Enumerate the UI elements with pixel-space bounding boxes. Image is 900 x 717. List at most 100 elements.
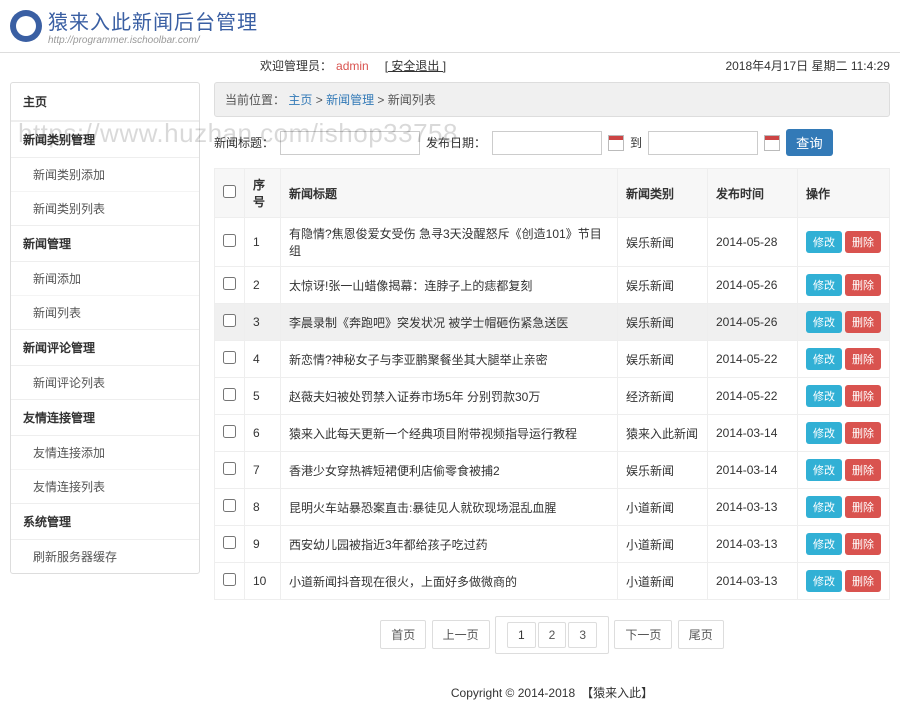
query-button[interactable]: 查询 — [786, 129, 833, 156]
th-idx: 序号 — [245, 169, 281, 218]
pager: 首页 上一页 123 下一页 尾页 — [214, 616, 890, 654]
table-row: 5赵薇夫妇被处罚禁入证券市场5年 分别罚款30万经济新闻2014-05-22修改… — [215, 378, 890, 415]
delete-button[interactable]: 删除 — [845, 459, 881, 481]
th-cat: 新闻类别 — [618, 169, 708, 218]
cell-title: 赵薇夫妇被处罚禁入证券市场5年 分别罚款30万 — [281, 378, 618, 415]
edit-button[interactable]: 修改 — [806, 231, 842, 253]
content: 当前位置： 主页 > 新闻管理 > 新闻列表 新闻标题： 发布日期： 到 查询 … — [214, 82, 890, 717]
sidebar-item[interactable]: 新闻类别列表 — [11, 191, 199, 225]
cell-cat: 娱乐新闻 — [618, 267, 708, 304]
row-check[interactable] — [223, 234, 236, 247]
pager-page[interactable]: 1 — [507, 622, 536, 648]
search-title-input[interactable] — [280, 131, 420, 155]
sidebar: 主页 新闻类别管理新闻类别添加新闻类别列表新闻管理新闻添加新闻列表新闻评论管理新… — [10, 82, 200, 574]
cell-idx: 7 — [245, 452, 281, 489]
search-date-to[interactable] — [648, 131, 758, 155]
delete-button[interactable]: 删除 — [845, 385, 881, 407]
row-check[interactable] — [223, 351, 236, 364]
sidebar-item[interactable]: 新闻添加 — [11, 262, 199, 295]
table-row: 9西安幼儿园被指近3年都给孩子吃过药小道新闻2014-03-13修改删除 — [215, 526, 890, 563]
cell-date: 2014-03-13 — [708, 563, 798, 600]
edit-button[interactable]: 修改 — [806, 570, 842, 592]
search-date-from[interactable] — [492, 131, 602, 155]
row-check[interactable] — [223, 277, 236, 290]
sidebar-group-header[interactable]: 新闻管理 — [11, 225, 199, 262]
cell-date: 2014-05-26 — [708, 304, 798, 341]
cell-cat: 小道新闻 — [618, 526, 708, 563]
row-check[interactable] — [223, 425, 236, 438]
cell-title: 有隐情?焦恩俊爱女受伤 急寻3天没醒怒斥《创造101》节目组 — [281, 218, 618, 267]
delete-button[interactable]: 删除 — [845, 533, 881, 555]
check-all[interactable] — [223, 185, 236, 198]
breadcrumb-home[interactable]: 主页 — [288, 93, 312, 107]
search-date-label: 发布日期： — [426, 134, 486, 151]
delete-button[interactable]: 删除 — [845, 348, 881, 370]
table-row: 4新恋情?神秘女子与李亚鹏聚餐坐其大腿举止亲密娱乐新闻2014-05-22修改删… — [215, 341, 890, 378]
breadcrumb-l1[interactable]: 新闻管理 — [326, 93, 374, 107]
pager-page[interactable]: 2 — [538, 622, 567, 648]
row-check[interactable] — [223, 573, 236, 586]
sidebar-home[interactable]: 主页 — [11, 83, 199, 121]
pager-prev[interactable]: 上一页 — [432, 620, 490, 649]
delete-button[interactable]: 删除 — [845, 311, 881, 333]
search-to-label: 到 — [630, 134, 642, 151]
logout-link[interactable]: [ 安全退出 ] — [385, 57, 446, 74]
cell-date: 2014-03-14 — [708, 415, 798, 452]
delete-button[interactable]: 删除 — [845, 231, 881, 253]
edit-button[interactable]: 修改 — [806, 496, 842, 518]
sidebar-item[interactable]: 新闻评论列表 — [11, 366, 199, 399]
admin-name: admin — [336, 59, 369, 73]
pager-page[interactable]: 3 — [568, 622, 597, 648]
cell-date: 2014-03-14 — [708, 452, 798, 489]
sidebar-group-header[interactable]: 新闻类别管理 — [11, 121, 199, 158]
sidebar-item[interactable]: 刷新服务器缓存 — [11, 540, 199, 573]
row-check[interactable] — [223, 462, 236, 475]
breadcrumb-l2: 新闻列表 — [388, 93, 436, 107]
pager-first[interactable]: 首页 — [380, 620, 426, 649]
edit-button[interactable]: 修改 — [806, 422, 842, 444]
cell-title: 西安幼儿园被指近3年都给孩子吃过药 — [281, 526, 618, 563]
edit-button[interactable]: 修改 — [806, 311, 842, 333]
cell-title: 李晨录制《奔跑吧》突发状况 被学士帽砸伤紧急送医 — [281, 304, 618, 341]
calendar-to-icon[interactable] — [764, 135, 780, 151]
th-ops: 操作 — [798, 169, 890, 218]
search-title-label: 新闻标题： — [214, 134, 274, 151]
delete-button[interactable]: 删除 — [845, 422, 881, 444]
header: 猿来入此新闻后台管理 http://programmer.ischoolbar.… — [0, 0, 900, 53]
sidebar-item[interactable]: 新闻列表 — [11, 295, 199, 329]
pager-next[interactable]: 下一页 — [614, 620, 672, 649]
table-row: 7香港少女穿热裤短裙便利店偷零食被捕2娱乐新闻2014-03-14修改删除 — [215, 452, 890, 489]
sidebar-item[interactable]: 新闻类别添加 — [11, 158, 199, 191]
table-row: 6猿来入此每天更新一个经典项目附带视频指导运行教程猿来入此新闻2014-03-1… — [215, 415, 890, 452]
cell-idx: 8 — [245, 489, 281, 526]
delete-button[interactable]: 删除 — [845, 274, 881, 296]
cell-idx: 1 — [245, 218, 281, 267]
edit-button[interactable]: 修改 — [806, 385, 842, 407]
sidebar-group-header[interactable]: 系统管理 — [11, 503, 199, 540]
row-check[interactable] — [223, 499, 236, 512]
th-date: 发布时间 — [708, 169, 798, 218]
edit-button[interactable]: 修改 — [806, 533, 842, 555]
sidebar-group-header[interactable]: 友情连接管理 — [11, 399, 199, 436]
calendar-from-icon[interactable] — [608, 135, 624, 151]
cell-title: 新恋情?神秘女子与李亚鹏聚餐坐其大腿举止亲密 — [281, 341, 618, 378]
sidebar-group-header[interactable]: 新闻评论管理 — [11, 329, 199, 366]
table-row: 2太惊讶!张一山蜡像揭幕：连脖子上的痣都复刻娱乐新闻2014-05-26修改删除 — [215, 267, 890, 304]
row-check[interactable] — [223, 314, 236, 327]
edit-button[interactable]: 修改 — [806, 348, 842, 370]
delete-button[interactable]: 删除 — [845, 570, 881, 592]
delete-button[interactable]: 删除 — [845, 496, 881, 518]
cell-date: 2014-05-22 — [708, 378, 798, 415]
edit-button[interactable]: 修改 — [806, 459, 842, 481]
welcome-bar: 欢迎管理员： admin [ 安全退出 ] 2018年4月17日 星期二 11:… — [0, 53, 900, 82]
th-title: 新闻标题 — [281, 169, 618, 218]
row-check[interactable] — [223, 388, 236, 401]
breadcrumb-label: 当前位置： — [225, 93, 285, 107]
sidebar-item[interactable]: 友情连接添加 — [11, 436, 199, 469]
search-row: 新闻标题： 发布日期： 到 查询 — [214, 129, 890, 156]
pager-last[interactable]: 尾页 — [678, 620, 724, 649]
edit-button[interactable]: 修改 — [806, 274, 842, 296]
sidebar-item[interactable]: 友情连接列表 — [11, 469, 199, 503]
cell-cat: 娱乐新闻 — [618, 452, 708, 489]
row-check[interactable] — [223, 536, 236, 549]
